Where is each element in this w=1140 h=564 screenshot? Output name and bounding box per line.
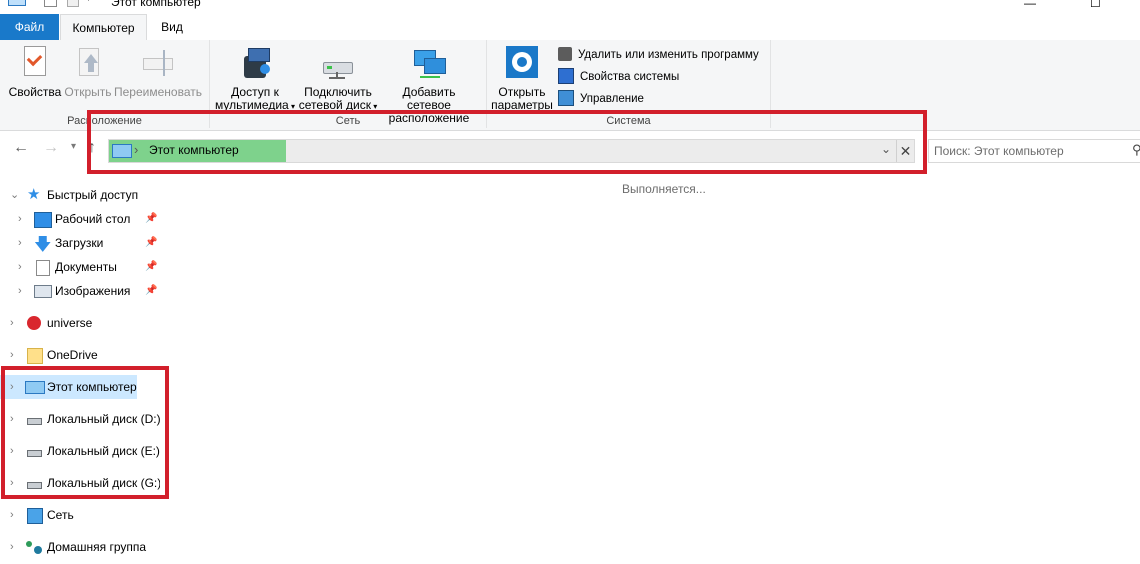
- properties-label: Свойства: [8, 85, 62, 99]
- search-icon[interactable]: ⚲: [1132, 142, 1140, 158]
- rename-icon: [141, 44, 175, 80]
- management-icon: [558, 89, 574, 106]
- uninstall-program-item[interactable]: Удалить или изменить программу: [558, 46, 759, 64]
- pin-icon[interactable]: 📌: [145, 207, 157, 231]
- pin-icon[interactable]: 📌: [145, 255, 157, 279]
- chevron-right-icon: ›: [18, 285, 22, 297]
- network-drive-icon: [321, 44, 355, 80]
- computer-icon: [8, 0, 26, 6]
- nav-item-network[interactable]: › Сеть: [0, 503, 160, 527]
- nav-item-homegroup[interactable]: › Домашняя группа: [0, 535, 160, 559]
- chevron-right-icon: ›: [18, 261, 22, 273]
- nav-label: Загрузки: [55, 236, 104, 250]
- desktop-icon: [34, 212, 52, 228]
- quick-access-dropdown-icon[interactable]: ▾: [86, 0, 91, 4]
- uninstall-icon: [558, 46, 572, 61]
- homegroup-icon: [34, 546, 42, 554]
- chevron-right-icon: ›: [10, 349, 14, 361]
- nav-item-pictures[interactable]: › Изображения 📌: [0, 279, 160, 303]
- nav-label: universe: [47, 316, 93, 330]
- tab-file[interactable]: Файл: [0, 14, 59, 40]
- nav-item-onedrive[interactable]: › OneDrive: [0, 343, 160, 367]
- nav-label: Сеть: [47, 508, 74, 522]
- expand-icon: ⌄: [10, 189, 20, 201]
- management-item[interactable]: Управление: [558, 89, 644, 108]
- pin-icon[interactable]: 📌: [145, 279, 157, 303]
- star-icon: ★: [27, 186, 41, 203]
- properties-button[interactable]: Свойства: [8, 44, 62, 99]
- loading-status: Выполняется...: [622, 182, 706, 196]
- forward-button[interactable]: →: [43, 139, 59, 157]
- search-input[interactable]: Поиск: Этот компьютер ⚲: [928, 139, 1140, 163]
- rename-label: Переименовать: [114, 85, 202, 99]
- highlight-frame-address: [87, 110, 927, 174]
- nav-label: Рабочий стол: [55, 212, 131, 226]
- system-properties-item[interactable]: Свойства системы: [558, 67, 680, 86]
- open-settings-button[interactable]: Открыть параметры: [490, 44, 554, 112]
- pictures-icon: [34, 285, 52, 298]
- nav-label: Изображения: [55, 284, 131, 298]
- network-icon: [27, 508, 43, 524]
- minimize-button[interactable]: —: [1024, 0, 1036, 10]
- nav-label: OneDrive: [47, 348, 98, 362]
- checkmark-icon[interactable]: [44, 0, 57, 7]
- window-title: Этот компьютер: [111, 0, 201, 9]
- open-icon: [71, 44, 105, 80]
- media-access-button[interactable]: Доступ к мультимедиа ▾: [214, 44, 296, 113]
- download-icon: 🡇: [34, 235, 52, 254]
- uninstall-label: Удалить или изменить программу: [578, 49, 759, 61]
- folder-icon: [27, 348, 43, 364]
- properties-icon: [18, 44, 52, 80]
- nav-item-quick-access[interactable]: ⌄ ★ Быстрый доступ: [0, 183, 160, 207]
- chevron-right-icon: ›: [10, 509, 14, 521]
- homegroup-icon: [26, 541, 32, 547]
- map-network-drive-button[interactable]: Подключить сетевой диск ▾: [298, 44, 378, 113]
- title-bar: ▾ Этот компьютер — ☐: [0, 0, 1140, 14]
- pin-icon[interactable]: 📌: [145, 231, 157, 255]
- documents-icon: [36, 260, 50, 276]
- chevron-right-icon: ›: [10, 541, 14, 553]
- highlight-frame-drives: [1, 366, 169, 499]
- management-label: Управление: [580, 93, 644, 105]
- chevron-right-icon: ›: [18, 213, 22, 225]
- media-icon: [238, 44, 272, 80]
- search-placeholder: Поиск: Этот компьютер: [934, 144, 1064, 158]
- open-button[interactable]: Открыть: [62, 44, 114, 99]
- maximize-button[interactable]: ☐: [1090, 0, 1101, 10]
- system-properties-icon: [558, 67, 574, 84]
- open-label: Открыть: [64, 85, 112, 99]
- tab-view[interactable]: Вид: [146, 14, 198, 40]
- mega-icon: [27, 316, 41, 330]
- nav-item-universe[interactable]: › universe: [0, 311, 160, 335]
- back-button[interactable]: ←: [13, 139, 29, 157]
- nav-item-documents[interactable]: › Документы 📌: [0, 255, 160, 279]
- new-folder-icon[interactable]: [67, 0, 79, 7]
- recent-locations-icon[interactable]: ▾: [71, 141, 76, 152]
- add-location-label-1: Добавить сетевое: [402, 85, 456, 112]
- settings-gear-icon: [505, 44, 539, 80]
- tab-computer[interactable]: Компьютер: [60, 14, 147, 42]
- chevron-right-icon: ›: [18, 237, 22, 249]
- network-location-icon: [412, 44, 446, 80]
- nav-label: Быстрый доступ: [47, 188, 139, 202]
- nav-label: Документы: [55, 260, 117, 274]
- nav-item-downloads[interactable]: › 🡇 Загрузки 📌: [0, 231, 160, 255]
- nav-item-desktop[interactable]: › Рабочий стол 📌: [0, 207, 160, 231]
- nav-label: Домашняя группа: [47, 540, 147, 554]
- rename-button[interactable]: Переименовать: [113, 44, 203, 99]
- ribbon-tabs: Файл Компьютер Вид: [0, 14, 1140, 42]
- system-properties-label: Свойства системы: [580, 71, 680, 83]
- chevron-right-icon: ›: [10, 317, 14, 329]
